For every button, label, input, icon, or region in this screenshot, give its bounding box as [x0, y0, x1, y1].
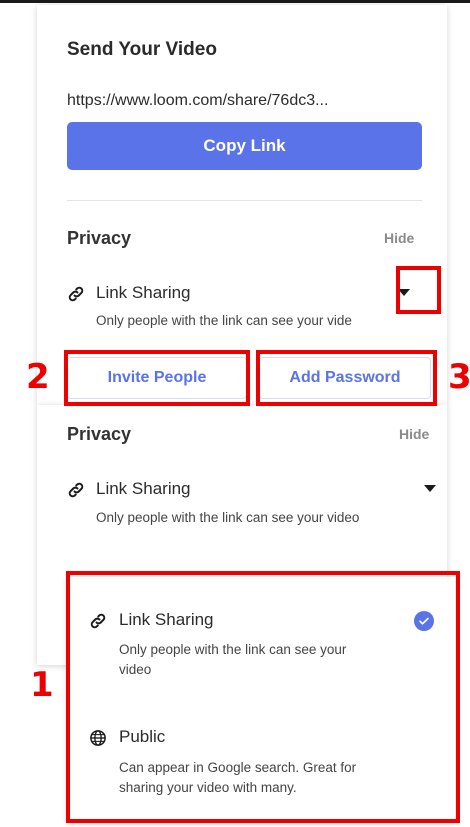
- privacy-heading: Privacy: [67, 228, 132, 248]
- option-desc-line2: video: [119, 662, 152, 677]
- option-desc-line2: sharing your video with many.: [119, 780, 297, 795]
- link-icon: [68, 482, 84, 498]
- privacy-option-desc: Only people with the link can see your v…: [96, 510, 360, 525]
- privacy-option-label[interactable]: Link Sharing: [96, 479, 191, 499]
- caret-down-icon[interactable]: [398, 289, 410, 296]
- privacy-dropdown: Link Sharing Only people with the link c…: [67, 577, 455, 822]
- privacy-option-label[interactable]: Link Sharing: [96, 283, 191, 303]
- link-icon: [90, 613, 106, 629]
- option-desc-line1: Only people with the link can see your: [119, 642, 347, 657]
- privacy-option-desc: Only people with the link can see your v…: [96, 313, 352, 328]
- top-border: [0, 0, 470, 3]
- hide-link[interactable]: Hide: [384, 230, 414, 246]
- link-icon: [68, 286, 84, 302]
- option-label: Link Sharing: [119, 610, 214, 629]
- option-desc-line1: Can appear in Google search. Great for: [119, 760, 357, 775]
- option-label: Public: [119, 727, 166, 746]
- caret-down-icon[interactable]: [424, 485, 436, 492]
- add-password-button[interactable]: Add Password: [259, 357, 431, 399]
- divider: [67, 200, 422, 201]
- annotation-marker-2: 2: [26, 357, 50, 397]
- annotation-marker-3: 3: [448, 357, 470, 397]
- copy-link-button[interactable]: Copy Link: [67, 122, 422, 170]
- invite-people-button[interactable]: Invite People: [67, 357, 247, 399]
- globe-icon: [90, 730, 106, 746]
- dropdown-option-link-sharing[interactable]: Link Sharing Only people with the link c…: [67, 577, 455, 697]
- hide-link[interactable]: Hide: [399, 426, 429, 442]
- dropdown-option-public[interactable]: Public Can appear in Google search. Grea…: [67, 697, 455, 822]
- check-icon: [414, 611, 434, 631]
- share-panel: Send Your Video https://www.loom.com/sha…: [37, 5, 447, 405]
- panel-title: Send Your Video: [67, 39, 217, 60]
- share-url: https://www.loom.com/share/76dc3...: [67, 92, 329, 109]
- annotation-marker-1: 1: [30, 665, 54, 705]
- privacy-heading: Privacy: [67, 424, 132, 444]
